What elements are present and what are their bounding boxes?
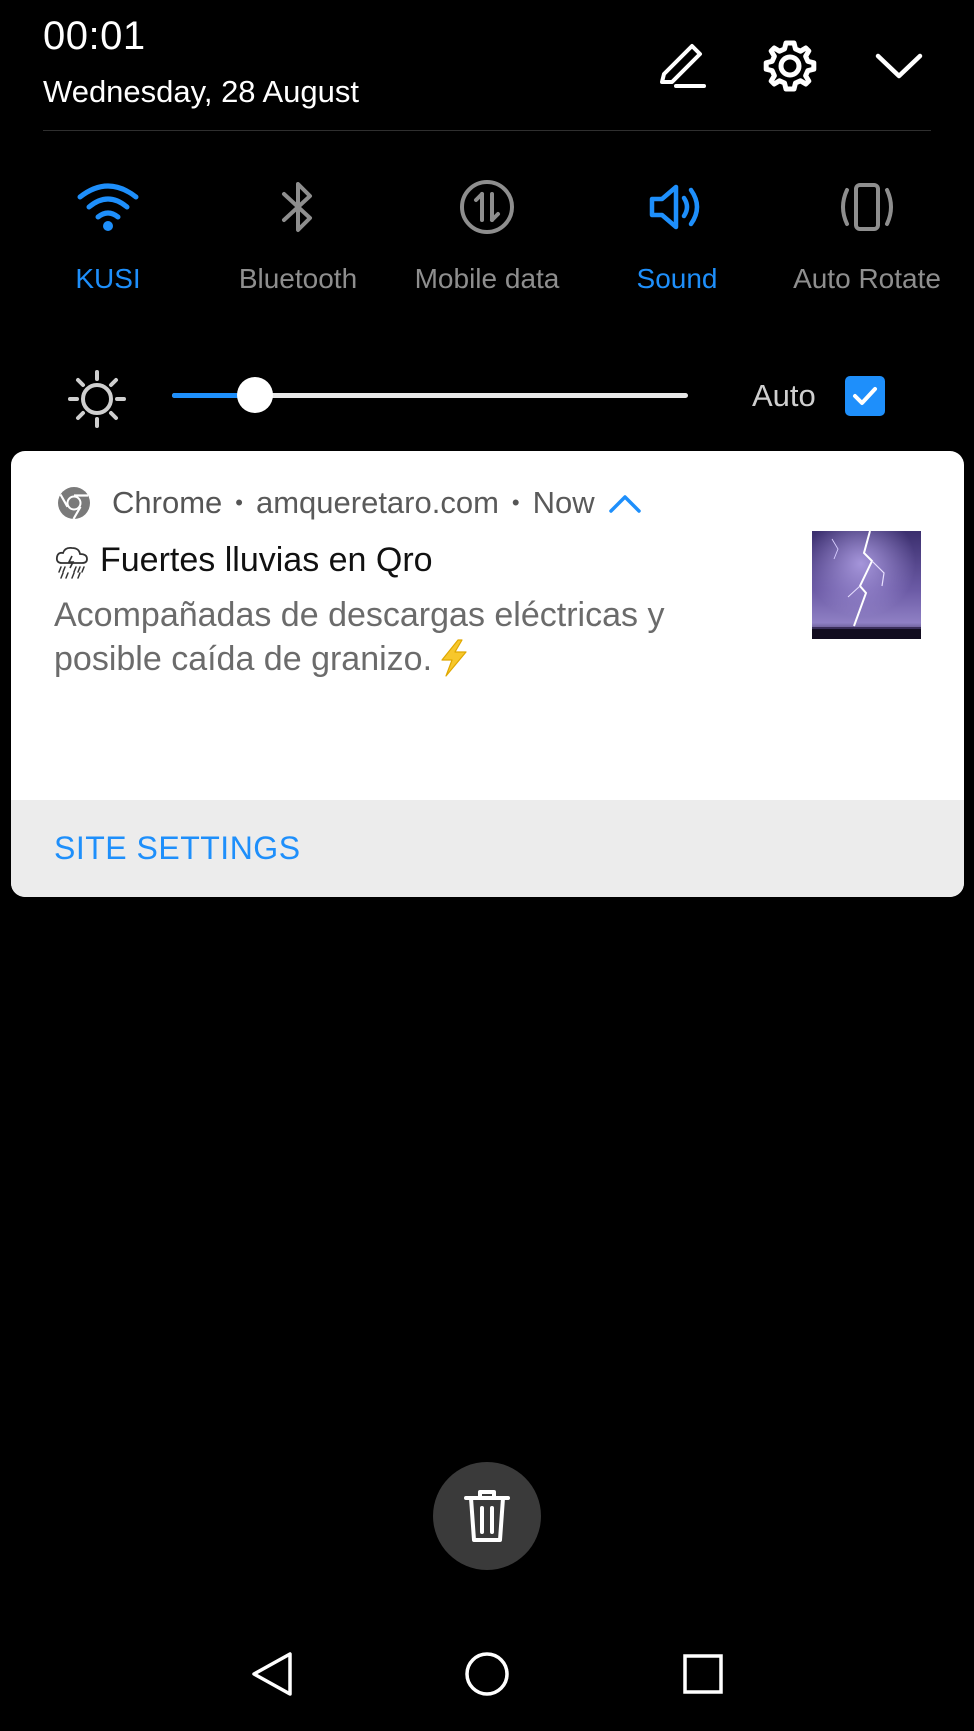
auto-rotate-icon: [841, 183, 893, 231]
notification-actions: SITE SETTINGS: [11, 800, 964, 897]
toggle-mobile-data[interactable]: Mobile data: [392, 175, 582, 305]
toggle-wifi-label: KUSI: [75, 263, 141, 294]
back-icon: [252, 1652, 292, 1696]
toggle-auto-rotate-label: Auto Rotate: [793, 263, 941, 294]
home-icon: [465, 1652, 509, 1696]
toggle-mobile-data-label: Mobile data: [414, 263, 560, 294]
clear-notifications-button[interactable]: [433, 1462, 541, 1570]
edit-button[interactable]: [652, 36, 712, 96]
chevron-down-icon: [875, 53, 923, 79]
sound-icon: [649, 184, 700, 230]
nav-back-button[interactable]: [242, 1644, 302, 1704]
toggle-bluetooth-label: Bluetooth: [238, 263, 358, 294]
toggle-sound-label: Sound: [636, 263, 718, 294]
recents-icon: [683, 1654, 723, 1694]
notification-time: Now: [532, 485, 595, 520]
quick-settings-toggles: KUSI Bluetooth Mobile data Sound Auto Ro…: [0, 175, 974, 305]
mobile-data-icon: [460, 180, 514, 234]
checkmark-icon: [853, 387, 877, 405]
notification-body: Acompañadas de descargas eléctricas y po…: [54, 593, 754, 681]
brightness-slider[interactable]: [172, 377, 688, 413]
toggle-bluetooth[interactable]: Bluetooth: [203, 175, 393, 305]
notification-card[interactable]: Chrome • amqueretaro.com • Now Fuertes l…: [11, 451, 964, 897]
separator: •: [235, 490, 243, 515]
toggle-wifi[interactable]: KUSI: [13, 175, 203, 305]
notification-site: amqueretaro.com: [255, 485, 499, 520]
date: Wednesday, 28 August: [43, 74, 359, 109]
auto-brightness-checkbox[interactable]: [845, 376, 885, 416]
auto-brightness-label: Auto: [752, 378, 816, 413]
brightness-icon: [68, 370, 126, 428]
settings-icon: [763, 40, 817, 92]
lightning-storm-thumbnail: [812, 531, 921, 639]
storm-cloud-icon: [55, 546, 88, 579]
notification-app-name: Chrome: [112, 485, 223, 520]
clock: 00:01: [43, 14, 146, 58]
toggle-sound[interactable]: Sound: [582, 175, 772, 305]
toggle-auto-rotate[interactable]: Auto Rotate: [772, 175, 962, 305]
nav-recents-button[interactable]: [673, 1644, 733, 1704]
collapse-button[interactable]: [869, 36, 929, 96]
bluetooth-icon: [282, 182, 312, 232]
lightning-bolt-icon: [441, 639, 467, 677]
notification-title: Fuertes lluvias en Qro: [54, 541, 433, 580]
chrome-icon: [58, 487, 90, 520]
trash-icon: [464, 1490, 510, 1542]
notification-body-text: Acompañadas de descargas eléctricas y po…: [54, 596, 665, 678]
separator: •: [511, 490, 520, 515]
header-divider: [43, 130, 931, 131]
notification-header[interactable]: Chrome • amqueretaro.com • Now: [56, 481, 643, 525]
site-settings-button[interactable]: SITE SETTINGS: [54, 830, 301, 867]
chevron-up-icon[interactable]: [607, 485, 643, 521]
notification-title-text: Fuertes lluvias en Qro: [100, 541, 433, 579]
brightness-slider-thumb[interactable]: [236, 377, 273, 413]
nav-home-button[interactable]: [457, 1644, 517, 1704]
edit-icon: [660, 44, 706, 88]
notification-shade-header: 00:01 Wednesday, 28 August: [0, 0, 974, 131]
wifi-icon: [77, 183, 139, 231]
settings-button[interactable]: [760, 36, 820, 96]
